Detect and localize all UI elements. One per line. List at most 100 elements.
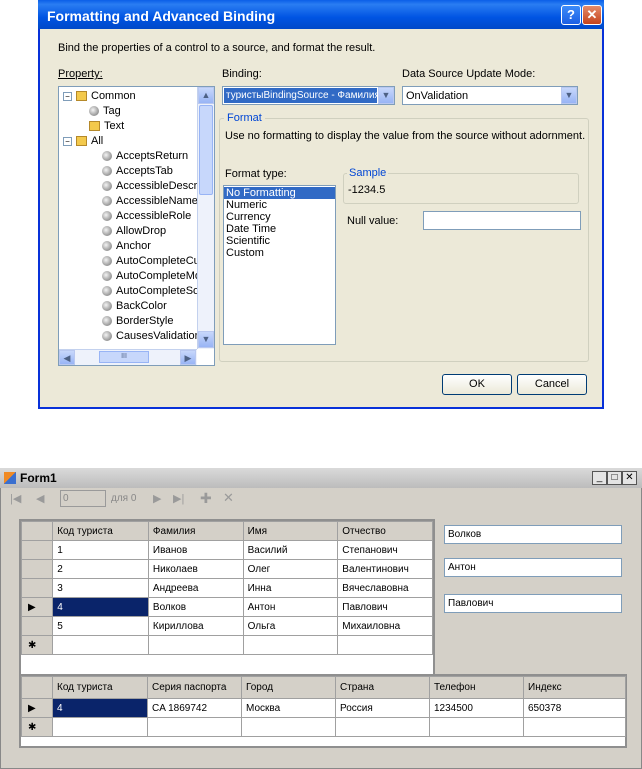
format-type-item[interactable]: No Formatting: [224, 187, 335, 199]
row-header[interactable]: [20, 540, 54, 560]
table-cell[interactable]: 4: [52, 597, 149, 617]
table-cell[interactable]: [337, 635, 433, 655]
tree-vertical-scrollbar[interactable]: ▲ ▼: [197, 87, 214, 349]
tree-node-item[interactable]: AccessibleRole: [63, 209, 214, 224]
table-cell[interactable]: Павлович: [337, 597, 433, 617]
format-type-item[interactable]: Currency: [224, 211, 335, 223]
move-next-icon[interactable]: ▶: [153, 492, 161, 505]
tree-node-item[interactable]: AcceptsTab: [63, 164, 214, 179]
column-header[interactable]: Отчество: [337, 521, 433, 541]
tree-node-item[interactable]: AccessibleDescrip: [63, 179, 214, 194]
patronymic-textbox[interactable]: Павлович: [444, 594, 622, 613]
table-cell[interactable]: Кириллова: [147, 616, 244, 636]
table-cell[interactable]: Валентинович: [337, 559, 433, 579]
row-header[interactable]: [20, 616, 54, 636]
format-type-item[interactable]: Date Time: [224, 223, 335, 235]
column-header[interactable]: Серия паспорта: [147, 676, 242, 699]
table-cell[interactable]: [429, 717, 524, 737]
scroll-up-icon[interactable]: ▲: [198, 87, 214, 104]
table-row[interactable]: 1 Иванов Василий Степанович: [20, 540, 433, 560]
tree-node-all[interactable]: − All: [63, 134, 214, 149]
firstname-textbox[interactable]: Антон: [444, 558, 622, 577]
corner-cell[interactable]: [21, 676, 53, 699]
tree-node-item[interactable]: CausesValidation: [63, 329, 214, 344]
tree-node-item[interactable]: Anchor: [63, 239, 214, 254]
table-cell[interactable]: Михаиловна: [337, 616, 433, 636]
delete-icon[interactable]: ✕: [223, 490, 234, 506]
table-cell[interactable]: Иванов: [147, 540, 244, 560]
tourists-grid[interactable]: Код туриста Фамилия Имя Отчество 1 Иванов Васи…: [19, 519, 435, 693]
new-row[interactable]: ✱: [20, 635, 433, 655]
table-cell[interactable]: Антон: [242, 597, 339, 617]
table-cell[interactable]: 5: [52, 616, 149, 636]
row-header[interactable]: ▶: [21, 698, 53, 718]
tree-node-item[interactable]: BackColor: [63, 299, 214, 314]
passport-grid[interactable]: Код туриста Серия паспорта Город Страна Теле…: [19, 674, 627, 748]
column-header[interactable]: Телефон: [429, 676, 524, 699]
table-cell[interactable]: Вячеславовна: [337, 578, 433, 598]
table-cell[interactable]: [52, 635, 149, 655]
column-header[interactable]: Фамилия: [147, 521, 244, 541]
tree-node-item[interactable]: BorderStyle: [63, 314, 214, 329]
ok-button[interactable]: OK: [442, 374, 512, 395]
add-new-icon[interactable]: ✚: [200, 490, 212, 507]
table-row[interactable]: ▶ 4 CA 1869742 Москва Россия 1234500 650378: [21, 698, 626, 718]
tree-node-item[interactable]: Text: [63, 119, 214, 134]
format-type-item[interactable]: Numeric: [224, 199, 335, 211]
new-row[interactable]: ✱: [21, 717, 626, 737]
column-header[interactable]: Город: [241, 676, 336, 699]
table-cell[interactable]: Инна: [242, 578, 339, 598]
table-cell[interactable]: Ольга: [242, 616, 339, 636]
table-cell[interactable]: Волков: [147, 597, 244, 617]
format-type-list[interactable]: No Formatting Numeric Currency Date Time Sci…: [223, 185, 336, 345]
scroll-left-icon[interactable]: ◀: [59, 350, 75, 365]
table-cell[interactable]: 2: [52, 559, 149, 579]
tree-node-item[interactable]: AutoCompleteMo: [63, 269, 214, 284]
column-header[interactable]: Имя: [242, 521, 339, 541]
row-header[interactable]: [20, 578, 54, 598]
tree-node-item[interactable]: Tag: [63, 104, 214, 119]
binding-combo[interactable]: туристыBindingSource - Фамилия ▼: [222, 86, 395, 105]
help-button[interactable]: ?: [561, 5, 581, 25]
window-close-button[interactable]: ✕: [622, 471, 637, 485]
table-cell[interactable]: [242, 635, 339, 655]
collapse-icon[interactable]: −: [63, 91, 72, 101]
table-cell[interactable]: 4: [52, 698, 148, 718]
scroll-down-icon[interactable]: ▼: [198, 331, 214, 348]
table-cell[interactable]: [52, 717, 148, 737]
table-cell[interactable]: CA 1869742: [147, 698, 242, 718]
minimize-button[interactable]: _: [592, 471, 607, 485]
table-cell[interactable]: 1234500: [429, 698, 524, 718]
table-cell[interactable]: Олег: [242, 559, 339, 579]
table-cell[interactable]: Андреева: [147, 578, 244, 598]
table-row[interactable]: 2 Николаев Олег Валентинович: [20, 559, 433, 579]
chevron-down-icon[interactable]: ▼: [378, 87, 394, 104]
table-row[interactable]: 5 Кириллова Ольга Михаиловна: [20, 616, 433, 636]
hscroll-thumb[interactable]: III: [99, 351, 149, 363]
close-button[interactable]: ✕: [582, 5, 602, 25]
row-header[interactable]: [20, 559, 54, 579]
table-cell[interactable]: [523, 717, 626, 737]
format-type-item[interactable]: Scientific: [224, 235, 335, 247]
move-first-icon[interactable]: |◀: [10, 492, 21, 505]
table-cell[interactable]: 3: [52, 578, 149, 598]
column-header[interactable]: Индекс: [523, 676, 626, 699]
maximize-button[interactable]: □: [607, 471, 622, 485]
format-type-item[interactable]: Custom: [224, 247, 335, 259]
row-header[interactable]: ▶: [20, 597, 54, 617]
property-tree[interactable]: − Common Tag Text − All AcceptsReturn AcceptsTa…: [58, 86, 215, 366]
tree-node-item[interactable]: AllowDrop: [63, 224, 214, 239]
column-header[interactable]: Страна: [335, 676, 430, 699]
scroll-thumb[interactable]: [199, 105, 213, 195]
table-cell[interactable]: Москва: [241, 698, 336, 718]
table-cell[interactable]: [241, 717, 336, 737]
new-row-icon[interactable]: ✱: [21, 717, 53, 737]
collapse-icon[interactable]: −: [63, 136, 72, 146]
table-cell[interactable]: [147, 717, 242, 737]
column-header[interactable]: Код туриста: [52, 676, 148, 699]
update-mode-combo[interactable]: OnValidation ▼: [402, 86, 578, 105]
table-row[interactable]: 3 Андреева Инна Вячеславовна: [20, 578, 433, 598]
table-cell[interactable]: [147, 635, 244, 655]
table-cell[interactable]: Василий: [242, 540, 339, 560]
tree-node-item[interactable]: AutoCompleteSou: [63, 284, 214, 299]
